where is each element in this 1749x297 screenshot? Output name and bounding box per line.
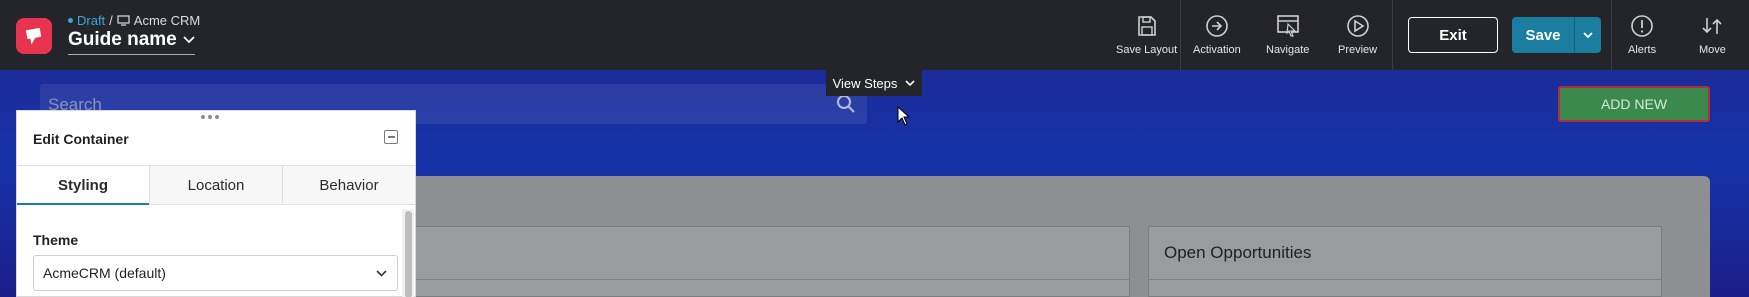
drag-handle-icon[interactable] <box>201 115 219 119</box>
panel-scrollbar-thumb[interactable] <box>405 211 412 297</box>
chevron-down-icon <box>376 269 387 277</box>
tab-location[interactable]: Location <box>150 166 283 204</box>
alert-icon <box>1631 15 1653 37</box>
chevron-down-icon <box>183 36 195 44</box>
chevron-down-icon <box>1583 31 1593 38</box>
activation-button[interactable]: Activation <box>1193 14 1241 56</box>
theme-label: Theme <box>33 232 79 248</box>
theme-select[interactable]: AcmeCRM (default) <box>33 255 398 291</box>
play-circle-icon <box>1346 15 1369 37</box>
preview-button[interactable]: Preview <box>1338 14 1377 56</box>
mouse-cursor-icon <box>897 106 911 126</box>
add-new-button[interactable]: ADD NEW <box>1558 86 1710 122</box>
view-steps-dropdown[interactable]: View Steps <box>826 70 922 96</box>
breadcrumb: Draft / Acme CRM <box>68 13 200 28</box>
save-layout-button[interactable]: Save Layout <box>1116 14 1177 56</box>
crm-card-left <box>410 226 1130 297</box>
save-button[interactable]: Save <box>1512 17 1574 53</box>
tab-behavior[interactable]: Behavior <box>283 166 415 204</box>
monitor-icon <box>117 15 130 26</box>
navigate-icon <box>1276 15 1299 37</box>
exit-button[interactable]: Exit <box>1408 17 1498 53</box>
navigate-button[interactable]: Navigate <box>1266 14 1309 56</box>
move-arrows-icon <box>1702 18 1723 34</box>
editor-toolbar: Draft / Acme CRM Guide name Save Layout … <box>0 0 1749 70</box>
edit-container-panel: Edit Container Styling Location Behavior… <box>16 110 416 297</box>
tab-styling[interactable]: Styling <box>17 166 150 205</box>
save-icon <box>1137 16 1156 36</box>
arrow-circle-right-icon <box>1206 15 1228 37</box>
app-name: Acme CRM <box>133 13 201 28</box>
panel-tabs: Styling Location Behavior <box>17 165 415 205</box>
theme-select-value: AcmeCRM (default) <box>43 265 166 281</box>
open-opportunities-title: Open Opportunities <box>1164 243 1312 262</box>
guide-name-dropdown[interactable]: Guide name <box>68 29 195 55</box>
draft-status: Draft <box>68 13 105 28</box>
open-opportunities-card: Open Opportunities <box>1148 226 1662 297</box>
minimize-icon[interactable] <box>384 130 398 144</box>
search-icon[interactable] <box>836 94 856 114</box>
chevron-down-icon <box>905 79 915 86</box>
panel-title: Edit Container <box>33 131 129 147</box>
save-options-dropdown[interactable] <box>1574 17 1601 53</box>
alerts-button[interactable]: Alerts <box>1628 14 1656 56</box>
app-logo-icon <box>16 18 52 54</box>
move-button[interactable]: Move <box>1699 14 1726 56</box>
